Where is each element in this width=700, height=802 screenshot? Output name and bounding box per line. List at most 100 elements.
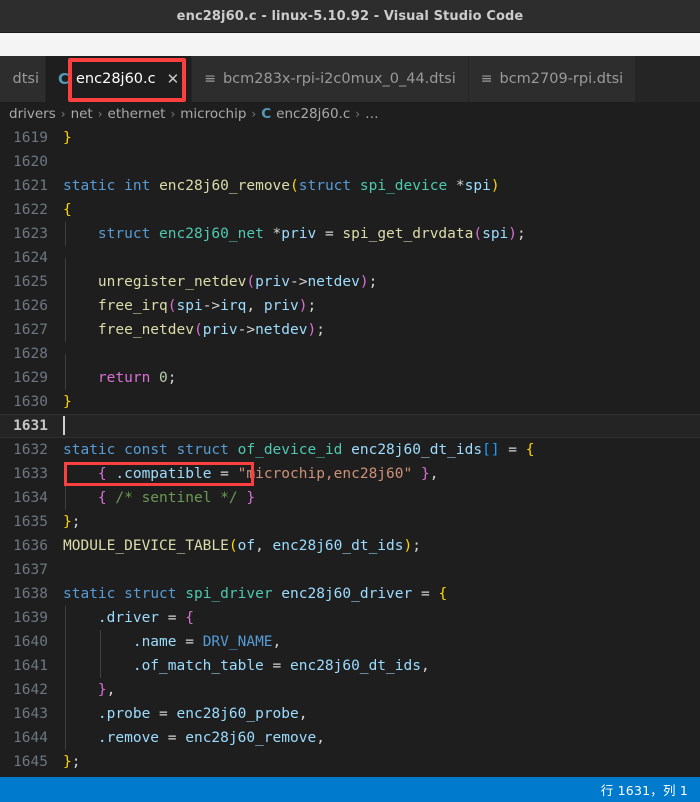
code-line[interactable]: 1644 .remove = enc28j60_remove, — [0, 726, 700, 750]
code-line[interactable]: 1621 static int enc28j60_remove(struct s… — [0, 174, 700, 198]
code-line[interactable]: 1619 } — [0, 126, 700, 150]
chevron-right-icon: › — [60, 107, 66, 121]
breadcrumb-item-drivers[interactable]: drivers — [9, 106, 56, 122]
line-content: unregister_netdev(priv->netdev); — [62, 270, 700, 294]
cursor-position-status[interactable]: 行 1631，列 1 — [601, 780, 688, 799]
code-editor[interactable]: 1619 } 1620 1621 static int enc28j60_rem… — [0, 126, 700, 777]
menu-strip — [0, 33, 700, 56]
breadcrumb-item-microchip[interactable]: microchip — [180, 106, 246, 122]
line-content: return 0; — [62, 366, 700, 390]
line-number: 1628 — [13, 346, 48, 362]
line-number: 1625 — [13, 274, 48, 290]
vscode-window: enc28j60.c - linux-5.10.92 - Visual Stud… — [0, 0, 700, 802]
tab-dtsi-partial[interactable]: dtsi — [0, 56, 46, 102]
code-line[interactable]: 1622 { — [0, 198, 700, 222]
line-content: static int enc28j60_remove(struct spi_de… — [63, 178, 500, 194]
code-line[interactable]: 1635 }; — [0, 510, 700, 534]
code-line[interactable]: 1638 static struct spi_driver enc28j60_d… — [0, 582, 700, 606]
breadcrumb-overflow[interactable]: … — [365, 106, 379, 122]
code-line[interactable]: 1634 { /* sentinel */ } — [0, 486, 700, 510]
window-title: enc28j60.c - linux-5.10.92 - Visual Stud… — [176, 8, 524, 24]
code-line[interactable]: 1642 }, — [0, 678, 700, 702]
line-number: 1629 — [13, 370, 48, 386]
line-content: free_netdev(priv->netdev); — [62, 318, 700, 342]
code-line[interactable]: 1623 struct enc28j60_net *priv = spi_get… — [0, 222, 700, 246]
line-number: 1635 — [13, 514, 48, 530]
line-content: .probe = enc28j60_probe, — [62, 702, 700, 726]
line-number: 1623 — [13, 226, 48, 242]
code-line[interactable]: 1636 MODULE_DEVICE_TABLE(of, enc28j60_dt… — [0, 534, 700, 558]
code-line[interactable]: 1639 .driver = { — [0, 606, 700, 630]
code-line-current[interactable]: 1631 — [0, 414, 700, 438]
line-number: 1620 — [13, 154, 48, 170]
code-line[interactable]: 1640 .name = DRV_NAME, — [0, 630, 700, 654]
code-lines: 1619 } 1620 1621 static int enc28j60_rem… — [0, 126, 700, 777]
dtsi-file-icon: ≡ — [480, 71, 493, 87]
tab-label: dtsi — [12, 71, 39, 87]
close-icon[interactable]: ✕ — [167, 71, 180, 87]
line-content: .name = DRV_NAME, — [62, 630, 700, 654]
editor-tab-bar: dtsi C enc28j60.c ✕ ≡ bcm283x-rpi-i2c0mu… — [0, 56, 700, 102]
tab-label: bcm2709-rpi.dtsi — [499, 71, 624, 87]
line-number: 1640 — [13, 634, 48, 650]
tab-label: enc28j60.c — [76, 71, 156, 87]
line-number: 1626 — [13, 298, 48, 314]
line-content: MODULE_DEVICE_TABLE(of, enc28j60_dt_ids)… — [63, 538, 421, 554]
tab-enc28j60-c[interactable]: C enc28j60.c ✕ — [46, 56, 193, 102]
line-content: { — [63, 202, 72, 218]
code-line[interactable]: 1627 free_netdev(priv->netdev); — [0, 318, 700, 342]
tab-bcm2709-rpi[interactable]: ≡ bcm2709-rpi.dtsi — [468, 56, 637, 102]
line-number: 1633 — [13, 466, 48, 482]
line-number: 1630 — [13, 394, 48, 410]
line-content: free_irq(spi->irq, priv); — [62, 294, 700, 318]
code-line[interactable]: 1628 — [0, 342, 700, 378]
line-number: 1624 — [13, 250, 48, 266]
line-content: .remove = enc28j60_remove, — [62, 726, 700, 750]
breadcrumb-item-ethernet[interactable]: ethernet — [108, 106, 166, 122]
line-number: 1646 — [0, 774, 62, 777]
code-line[interactable]: 1629 return 0; — [0, 366, 700, 390]
line-number: 1643 — [13, 706, 48, 722]
line-content: }; — [63, 754, 81, 770]
breadcrumb-item-file[interactable]: enc28j60.c — [276, 106, 350, 122]
line-number: 1645 — [13, 754, 48, 770]
code-line[interactable]: 1626 free_irq(spi->irq, priv); — [0, 294, 700, 318]
code-line[interactable]: 1641 .of_match_table = enc28j60_dt_ids, — [0, 654, 700, 678]
code-line[interactable]: 1632 static const struct of_device_id en… — [0, 438, 700, 462]
line-number: 1627 — [13, 322, 48, 338]
dtsi-file-icon: ≡ — [204, 71, 216, 87]
code-line[interactable]: 1620 — [0, 150, 700, 174]
code-line[interactable]: 1646 module_spi_driver(enc28j60_driver); — [0, 774, 700, 777]
line-number: 1631 — [13, 418, 48, 434]
code-line[interactable]: 1645 }; — [0, 750, 700, 774]
line-content: } — [63, 394, 72, 410]
chevron-right-icon: › — [97, 107, 103, 121]
code-line[interactable]: 1637 — [0, 558, 700, 582]
line-content — [62, 414, 700, 438]
line-content: }, — [62, 678, 700, 702]
line-content: .driver = { — [62, 606, 700, 630]
status-bar: 行 1631，列 1 — [0, 777, 700, 802]
code-line[interactable]: 1624 — [0, 246, 700, 282]
c-file-icon: C — [58, 70, 70, 88]
line-content: { /* sentinel */ } — [62, 486, 700, 510]
line-number: 1641 — [13, 658, 48, 674]
chevron-right-icon: › — [355, 107, 361, 121]
line-number: 1632 — [13, 442, 48, 458]
code-line[interactable]: 1625 unregister_netdev(priv->netdev); — [0, 270, 700, 294]
line-number: 1619 — [13, 130, 48, 146]
line-number: 1637 — [13, 562, 48, 578]
line-content: module_spi_driver(enc28j60_driver); — [62, 774, 700, 777]
chevron-right-icon: › — [251, 107, 257, 121]
line-number: 1636 — [13, 538, 48, 554]
c-file-icon: C — [261, 106, 272, 122]
line-number: 1644 — [13, 730, 48, 746]
code-line[interactable]: 1643 .probe = enc28j60_probe, — [0, 702, 700, 726]
breadcrumb-item-net[interactable]: net — [71, 106, 93, 122]
code-line[interactable]: 1630 } — [0, 390, 700, 414]
title-bar: enc28j60.c - linux-5.10.92 - Visual Stud… — [0, 0, 700, 33]
tab-bcm283x-rpi-i2c0mux[interactable]: ≡ bcm283x-rpi-i2c0mux_0_44.dtsi — [192, 56, 469, 102]
line-number: 1634 — [13, 490, 48, 506]
line-content: }; — [63, 514, 81, 530]
code-line[interactable]: 1633 { .compatible = "microchip,enc28j60… — [0, 462, 700, 486]
